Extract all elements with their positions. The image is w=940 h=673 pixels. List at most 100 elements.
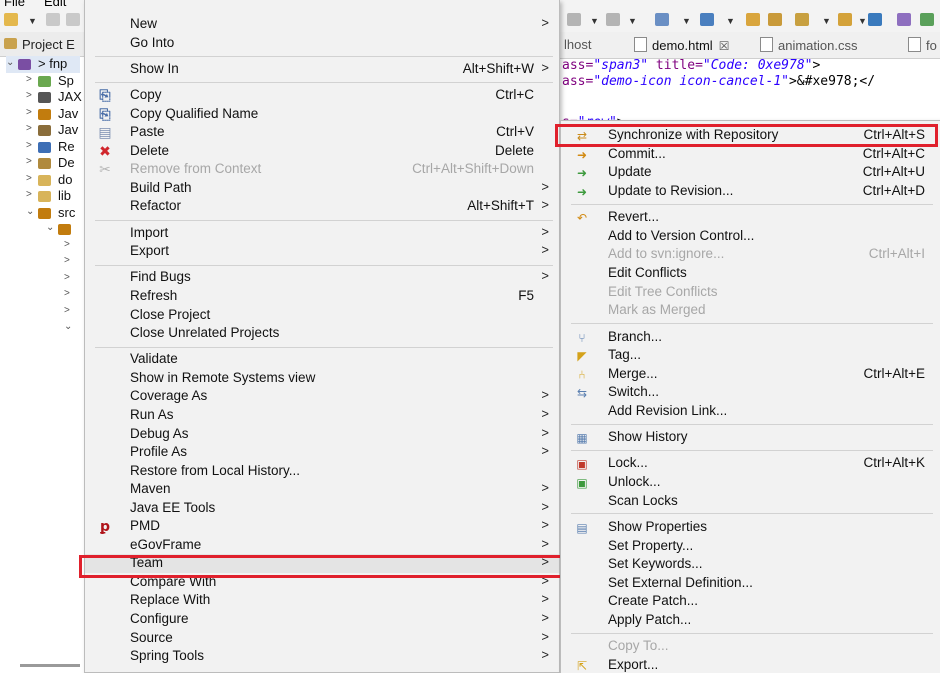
toolbar-icon[interactable] [897, 13, 911, 26]
team-item-scan-locks[interactable]: Scan Locks [561, 492, 940, 511]
menu-item-validate[interactable]: Validate [85, 350, 559, 369]
menu-item-refactor[interactable]: Refactor Alt+Shift+T > [85, 197, 559, 216]
team-item-branch[interactable]: ⑂ Branch... [561, 328, 940, 347]
team-item-edit-conflicts[interactable]: Edit Conflicts [561, 264, 940, 283]
editor-tab-lhost[interactable]: lhost [564, 37, 591, 52]
dropdown-arrow-icon[interactable]: ▼ [726, 16, 735, 26]
menu-item-java-ee-tools[interactable]: Java EE Tools > [85, 499, 559, 518]
team-item-tag[interactable]: ◤ Tag... [561, 346, 940, 365]
editor-tab-animation-css[interactable]: animation.css [760, 37, 857, 53]
team-item-revert[interactable]: ↶ Revert... [561, 208, 940, 227]
menu-item-refresh[interactable]: Refresh F5 [85, 287, 559, 306]
tree-item[interactable]: ⌄ > fnp [6, 56, 80, 73]
expand-arrow-icon[interactable]: > [26, 173, 32, 184]
menu-item-find-bugs[interactable]: Find Bugs > [85, 268, 559, 287]
team-item-add-to-version-control[interactable]: Add to Version Control... [561, 227, 940, 246]
collapse-arrow-icon[interactable]: ⌄ [26, 206, 34, 217]
close-tab-icon[interactable]: ☒ [719, 39, 730, 53]
menu-item-copy-qualified-name[interactable]: ⎘ Copy Qualified Name [85, 105, 559, 124]
expand-arrow-icon[interactable]: > [64, 305, 70, 316]
menu-item-replace-with[interactable]: Replace With > [85, 591, 559, 610]
expand-arrow-icon[interactable]: > [64, 239, 70, 250]
team-item-export[interactable]: ⇱ Export... [561, 656, 940, 673]
team-item-add-revision-link[interactable]: Add Revision Link... [561, 402, 940, 421]
menu-item-coverage-as[interactable]: Coverage As > [85, 387, 559, 406]
team-item-unlock[interactable]: ▣ Unlock... [561, 473, 940, 492]
menu-item-pmd[interactable]: ꝑ PMD > [85, 517, 559, 536]
menu-item-run-as[interactable]: Run As > [85, 406, 559, 425]
dropdown-arrow-icon[interactable]: ▼ [858, 16, 867, 26]
menu-item-paste[interactable]: ▤ Paste Ctrl+V [85, 123, 559, 142]
editor-tab-demo-html[interactable]: demo.html ☒ [634, 37, 729, 53]
expand-arrow-icon[interactable]: > [26, 140, 32, 151]
toolbar-icon[interactable] [795, 13, 809, 26]
team-item-set-keywords[interactable]: Set Keywords... [561, 555, 940, 574]
expand-arrow-icon[interactable]: > [26, 123, 32, 134]
menu-item-source[interactable]: Source > [85, 629, 559, 648]
team-item-create-patch[interactable]: Create Patch... [561, 592, 940, 611]
team-item-merge[interactable]: ⑃ Merge... Ctrl+Alt+E [561, 365, 940, 384]
menu-item-compare-with[interactable]: Compare With > [85, 573, 559, 592]
expand-arrow-icon[interactable]: > [26, 189, 32, 200]
dropdown-arrow-icon[interactable]: ▼ [628, 16, 637, 26]
team-item-synchronize-with-repository[interactable]: ⇄ Synchronize with Repository Ctrl+Alt+S [561, 126, 940, 145]
menu-item-debug-as[interactable]: Debug As > [85, 425, 559, 444]
toolbar-icon[interactable] [655, 13, 669, 26]
collapse-arrow-icon[interactable]: ⌄ [64, 321, 72, 332]
menu-item-import[interactable]: Import > [85, 224, 559, 243]
expand-arrow-icon[interactable]: > [64, 288, 70, 299]
menu-item-show-in-remote-systems-view[interactable]: Show in Remote Systems view [85, 369, 559, 388]
dropdown-arrow-icon[interactable]: ▼ [28, 16, 37, 26]
toolbar-icon[interactable] [920, 13, 934, 26]
dropdown-arrow-icon[interactable]: ▼ [822, 16, 831, 26]
menu-item-spring-tools[interactable]: Spring Tools > [85, 647, 559, 666]
dropdown-arrow-icon[interactable]: ▼ [682, 16, 691, 26]
toolbar-icon[interactable] [768, 13, 782, 26]
project-explorer-tab[interactable]: Project E [0, 32, 84, 57]
menu-item-restore-from-local-history[interactable]: Restore from Local History... [85, 462, 559, 481]
menu-item-go-into[interactable]: Go Into [85, 34, 559, 53]
team-item-show-properties[interactable]: ▤ Show Properties [561, 518, 940, 537]
toolbar-icon[interactable] [606, 13, 620, 26]
toolbar-icon[interactable] [567, 13, 581, 26]
menu-item-egovframe[interactable]: eGovFrame > [85, 536, 559, 555]
toolbar-icon[interactable] [838, 13, 852, 26]
menu-item-configure[interactable]: Configure > [85, 610, 559, 629]
team-item-set-external-definition[interactable]: Set External Definition... [561, 574, 940, 593]
team-item-commit[interactable]: ➜ Commit... Ctrl+Alt+C [561, 145, 940, 164]
menu-item-team[interactable]: Team > [85, 554, 559, 574]
toolbar-icon[interactable] [66, 13, 80, 26]
toolbar-icon[interactable] [868, 13, 882, 26]
menu-item-build-path[interactable]: Build Path > [85, 179, 559, 198]
menu-item-show-in[interactable]: Show In Alt+Shift+W > [85, 60, 559, 79]
menu-edit[interactable]: Edit [44, 0, 66, 8]
expand-arrow-icon[interactable]: > [64, 255, 70, 266]
expand-arrow-icon[interactable]: > [64, 272, 70, 283]
menu-item-profile-as[interactable]: Profile As > [85, 443, 559, 462]
dropdown-arrow-icon[interactable]: ▼ [590, 16, 599, 26]
menu-item-copy[interactable]: ⎘ Copy Ctrl+C [85, 86, 559, 105]
toolbar-icon[interactable] [4, 13, 18, 26]
toolbar-icon[interactable] [746, 13, 760, 26]
menu-file[interactable]: File [4, 0, 25, 8]
team-item-update[interactable]: ➜ Update Ctrl+Alt+U [561, 163, 940, 182]
team-item-lock[interactable]: ▣ Lock... Ctrl+Alt+K [561, 454, 940, 473]
team-item-update-to-revision[interactable]: ➜ Update to Revision... Ctrl+Alt+D [561, 182, 940, 201]
menu-item-new[interactable]: New > [85, 15, 559, 34]
team-item-set-property[interactable]: Set Property... [561, 537, 940, 556]
team-item-apply-patch[interactable]: Apply Patch... [561, 611, 940, 630]
menu-item-close-project[interactable]: Close Project [85, 306, 559, 325]
expand-arrow-icon[interactable]: > [26, 90, 32, 101]
menu-item-close-unrelated-projects[interactable]: Close Unrelated Projects [85, 324, 559, 343]
expand-arrow-icon[interactable]: > [26, 74, 32, 85]
toolbar-icon[interactable] [46, 13, 60, 26]
expand-arrow-icon[interactable]: > [26, 107, 32, 118]
team-item-show-history[interactable]: ▦ Show History [561, 428, 940, 447]
editor-tab-fo[interactable]: fo [908, 37, 937, 53]
menu-item-export[interactable]: Export > [85, 242, 559, 261]
team-item-switch[interactable]: ⇆ Switch... [561, 383, 940, 402]
menu-item-delete[interactable]: ✖ Delete Delete [85, 142, 559, 161]
horizontal-scrollbar[interactable] [20, 664, 80, 667]
collapse-arrow-icon[interactable]: ⌄ [6, 57, 14, 68]
toolbar-icon[interactable] [700, 13, 714, 26]
